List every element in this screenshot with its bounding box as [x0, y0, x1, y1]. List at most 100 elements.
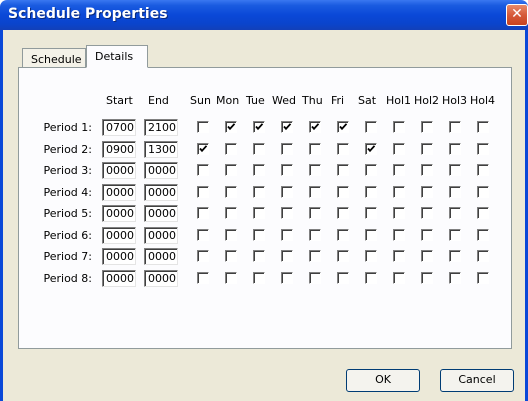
- period-end-input[interactable]: 1300: [144, 140, 178, 158]
- cancel-button[interactable]: Cancel: [440, 369, 514, 392]
- day-checkbox[interactable]: [197, 228, 209, 241]
- day-checkbox[interactable]: [365, 142, 377, 155]
- day-checkbox[interactable]: [337, 228, 349, 241]
- day-checkbox[interactable]: [197, 164, 209, 176]
- day-checkbox[interactable]: [281, 228, 293, 241]
- day-checkbox[interactable]: [253, 271, 265, 284]
- period-end-input[interactable]: 0000: [144, 269, 178, 287]
- day-checkbox[interactable]: [337, 207, 349, 219]
- day-checkbox[interactable]: [337, 250, 349, 262]
- day-checkbox[interactable]: [477, 164, 489, 176]
- day-checkbox[interactable]: [477, 207, 489, 219]
- day-checkbox[interactable]: [421, 164, 433, 176]
- day-checkbox[interactable]: [421, 185, 433, 198]
- period-end-input[interactable]: 0000: [144, 248, 178, 265]
- day-checkbox[interactable]: [393, 250, 405, 262]
- day-checkbox[interactable]: [225, 121, 237, 133]
- day-checkbox[interactable]: [393, 228, 405, 241]
- period-end-input[interactable]: 0000: [144, 162, 178, 179]
- day-checkbox[interactable]: [449, 121, 461, 133]
- day-checkbox[interactable]: [253, 228, 265, 241]
- day-checkbox[interactable]: [449, 142, 461, 155]
- day-checkbox[interactable]: [449, 185, 461, 198]
- period-start-input[interactable]: 0000: [102, 248, 136, 265]
- day-checkbox[interactable]: [421, 142, 433, 155]
- day-checkbox[interactable]: [393, 164, 405, 176]
- period-start-input[interactable]: 0900: [102, 140, 136, 158]
- day-checkbox[interactable]: [253, 164, 265, 176]
- day-checkbox[interactable]: [281, 121, 293, 133]
- period-start-input[interactable]: 0000: [102, 162, 136, 179]
- day-checkbox[interactable]: [253, 185, 265, 198]
- day-checkbox[interactable]: [421, 121, 433, 133]
- day-checkbox[interactable]: [225, 164, 237, 176]
- period-start-input[interactable]: 0700: [102, 119, 136, 136]
- close-button[interactable]: ✕: [506, 4, 528, 26]
- day-checkbox[interactable]: [197, 271, 209, 284]
- tab-details[interactable]: Details: [86, 45, 148, 68]
- day-checkbox[interactable]: [281, 271, 293, 284]
- day-checkbox[interactable]: [309, 164, 321, 176]
- day-checkbox[interactable]: [253, 207, 265, 219]
- day-checkbox[interactable]: [421, 207, 433, 219]
- day-checkbox[interactable]: [337, 164, 349, 176]
- tab-schedule[interactable]: Schedule: [22, 48, 86, 67]
- day-checkbox[interactable]: [197, 207, 209, 219]
- day-checkbox[interactable]: [477, 250, 489, 262]
- period-end-input[interactable]: 2100: [144, 119, 178, 136]
- day-checkbox[interactable]: [309, 121, 321, 133]
- day-checkbox[interactable]: [225, 228, 237, 241]
- day-checkbox[interactable]: [309, 142, 321, 155]
- day-checkbox[interactable]: [365, 121, 377, 133]
- day-checkbox[interactable]: [449, 250, 461, 262]
- day-checkbox[interactable]: [393, 185, 405, 198]
- day-checkbox[interactable]: [365, 185, 377, 198]
- day-checkbox[interactable]: [393, 207, 405, 219]
- day-checkbox[interactable]: [309, 250, 321, 262]
- day-checkbox[interactable]: [449, 271, 461, 284]
- period-end-input[interactable]: 0000: [144, 226, 178, 244]
- day-checkbox[interactable]: [337, 121, 349, 133]
- day-checkbox[interactable]: [281, 185, 293, 198]
- day-checkbox[interactable]: [365, 207, 377, 219]
- day-checkbox[interactable]: [477, 228, 489, 241]
- day-checkbox[interactable]: [281, 142, 293, 155]
- day-checkbox[interactable]: [225, 142, 237, 155]
- day-checkbox[interactable]: [393, 271, 405, 284]
- day-checkbox[interactable]: [225, 250, 237, 262]
- day-checkbox[interactable]: [225, 271, 237, 284]
- day-checkbox[interactable]: [197, 121, 209, 133]
- day-checkbox[interactable]: [449, 164, 461, 176]
- day-checkbox[interactable]: [393, 142, 405, 155]
- day-checkbox[interactable]: [449, 228, 461, 241]
- day-checkbox[interactable]: [477, 142, 489, 155]
- day-checkbox[interactable]: [365, 164, 377, 176]
- day-checkbox[interactable]: [309, 207, 321, 219]
- title-bar[interactable]: Schedule Properties ✕: [0, 0, 528, 30]
- day-checkbox[interactable]: [337, 271, 349, 284]
- day-checkbox[interactable]: [477, 271, 489, 284]
- day-checkbox[interactable]: [253, 121, 265, 133]
- day-checkbox[interactable]: [421, 250, 433, 262]
- day-checkbox[interactable]: [477, 121, 489, 133]
- day-checkbox[interactable]: [253, 142, 265, 155]
- day-checkbox[interactable]: [197, 250, 209, 262]
- day-checkbox[interactable]: [365, 250, 377, 262]
- period-end-input[interactable]: 0000: [144, 205, 178, 222]
- day-checkbox[interactable]: [281, 250, 293, 262]
- day-checkbox[interactable]: [281, 164, 293, 176]
- period-start-input[interactable]: 0000: [102, 226, 136, 244]
- day-checkbox[interactable]: [477, 185, 489, 198]
- day-checkbox[interactable]: [421, 228, 433, 241]
- day-checkbox[interactable]: [421, 271, 433, 284]
- day-checkbox[interactable]: [337, 185, 349, 198]
- day-checkbox[interactable]: [309, 271, 321, 284]
- day-checkbox[interactable]: [365, 228, 377, 241]
- day-checkbox[interactable]: [225, 185, 237, 198]
- day-checkbox[interactable]: [309, 185, 321, 198]
- day-checkbox[interactable]: [393, 121, 405, 133]
- ok-button[interactable]: OK: [346, 369, 420, 392]
- period-start-input[interactable]: 0000: [102, 269, 136, 287]
- day-checkbox[interactable]: [365, 271, 377, 284]
- day-checkbox[interactable]: [337, 142, 349, 155]
